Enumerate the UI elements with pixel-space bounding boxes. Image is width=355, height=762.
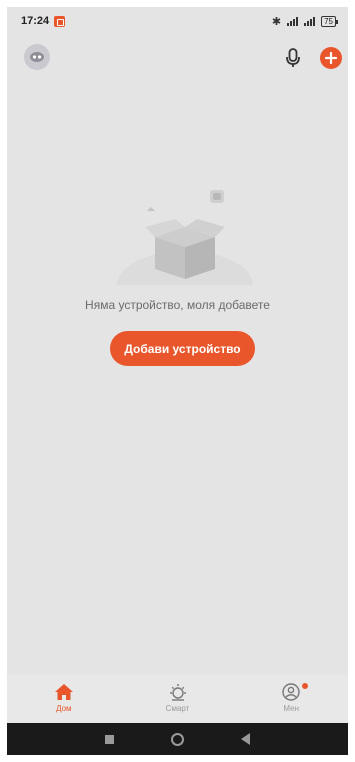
profile-icon bbox=[282, 683, 300, 701]
bottom-navigation: Дом Смарт Мен bbox=[7, 675, 348, 723]
notification-app-icon bbox=[54, 15, 66, 27]
empty-box-illustration bbox=[107, 187, 257, 319]
app-screen: 17:24 ✱ 75 Няма устройство, моля добавет… bbox=[7, 7, 348, 755]
add-device-button[interactable]: Добави устройство bbox=[110, 331, 255, 366]
empty-state-message: Няма устройство, моля добавете bbox=[85, 298, 270, 312]
sun-icon bbox=[169, 684, 186, 701]
signal-icon-2 bbox=[304, 16, 316, 26]
home-header bbox=[7, 39, 348, 79]
tab-me[interactable]: Мен bbox=[234, 675, 348, 723]
plus-icon[interactable] bbox=[320, 47, 342, 69]
tab-home-label: Дом bbox=[56, 704, 72, 713]
system-navigation-bar bbox=[7, 723, 348, 755]
signal-icon-1 bbox=[287, 16, 299, 26]
battery-indicator: 75 bbox=[321, 15, 338, 27]
bluetooth-icon: ✱ bbox=[271, 15, 282, 28]
home-circle-icon[interactable] bbox=[170, 732, 184, 746]
status-time: 17:24 bbox=[21, 15, 50, 27]
status-indicators: ✱ 75 bbox=[271, 15, 338, 28]
tab-smart-label: Смарт bbox=[165, 704, 190, 713]
status-bar: 17:24 ✱ 75 bbox=[7, 7, 348, 35]
tab-home[interactable]: Дом bbox=[7, 675, 121, 723]
notification-dot bbox=[302, 683, 309, 689]
tab-smart[interactable]: Смарт bbox=[121, 675, 235, 723]
back-triangle-icon[interactable] bbox=[240, 733, 250, 745]
home-icon bbox=[54, 684, 73, 700]
tab-me-label: Мен bbox=[283, 704, 299, 713]
user-avatar-icon[interactable] bbox=[24, 44, 50, 70]
recent-apps-icon[interactable] bbox=[105, 734, 115, 744]
microphone-icon[interactable] bbox=[283, 46, 303, 70]
